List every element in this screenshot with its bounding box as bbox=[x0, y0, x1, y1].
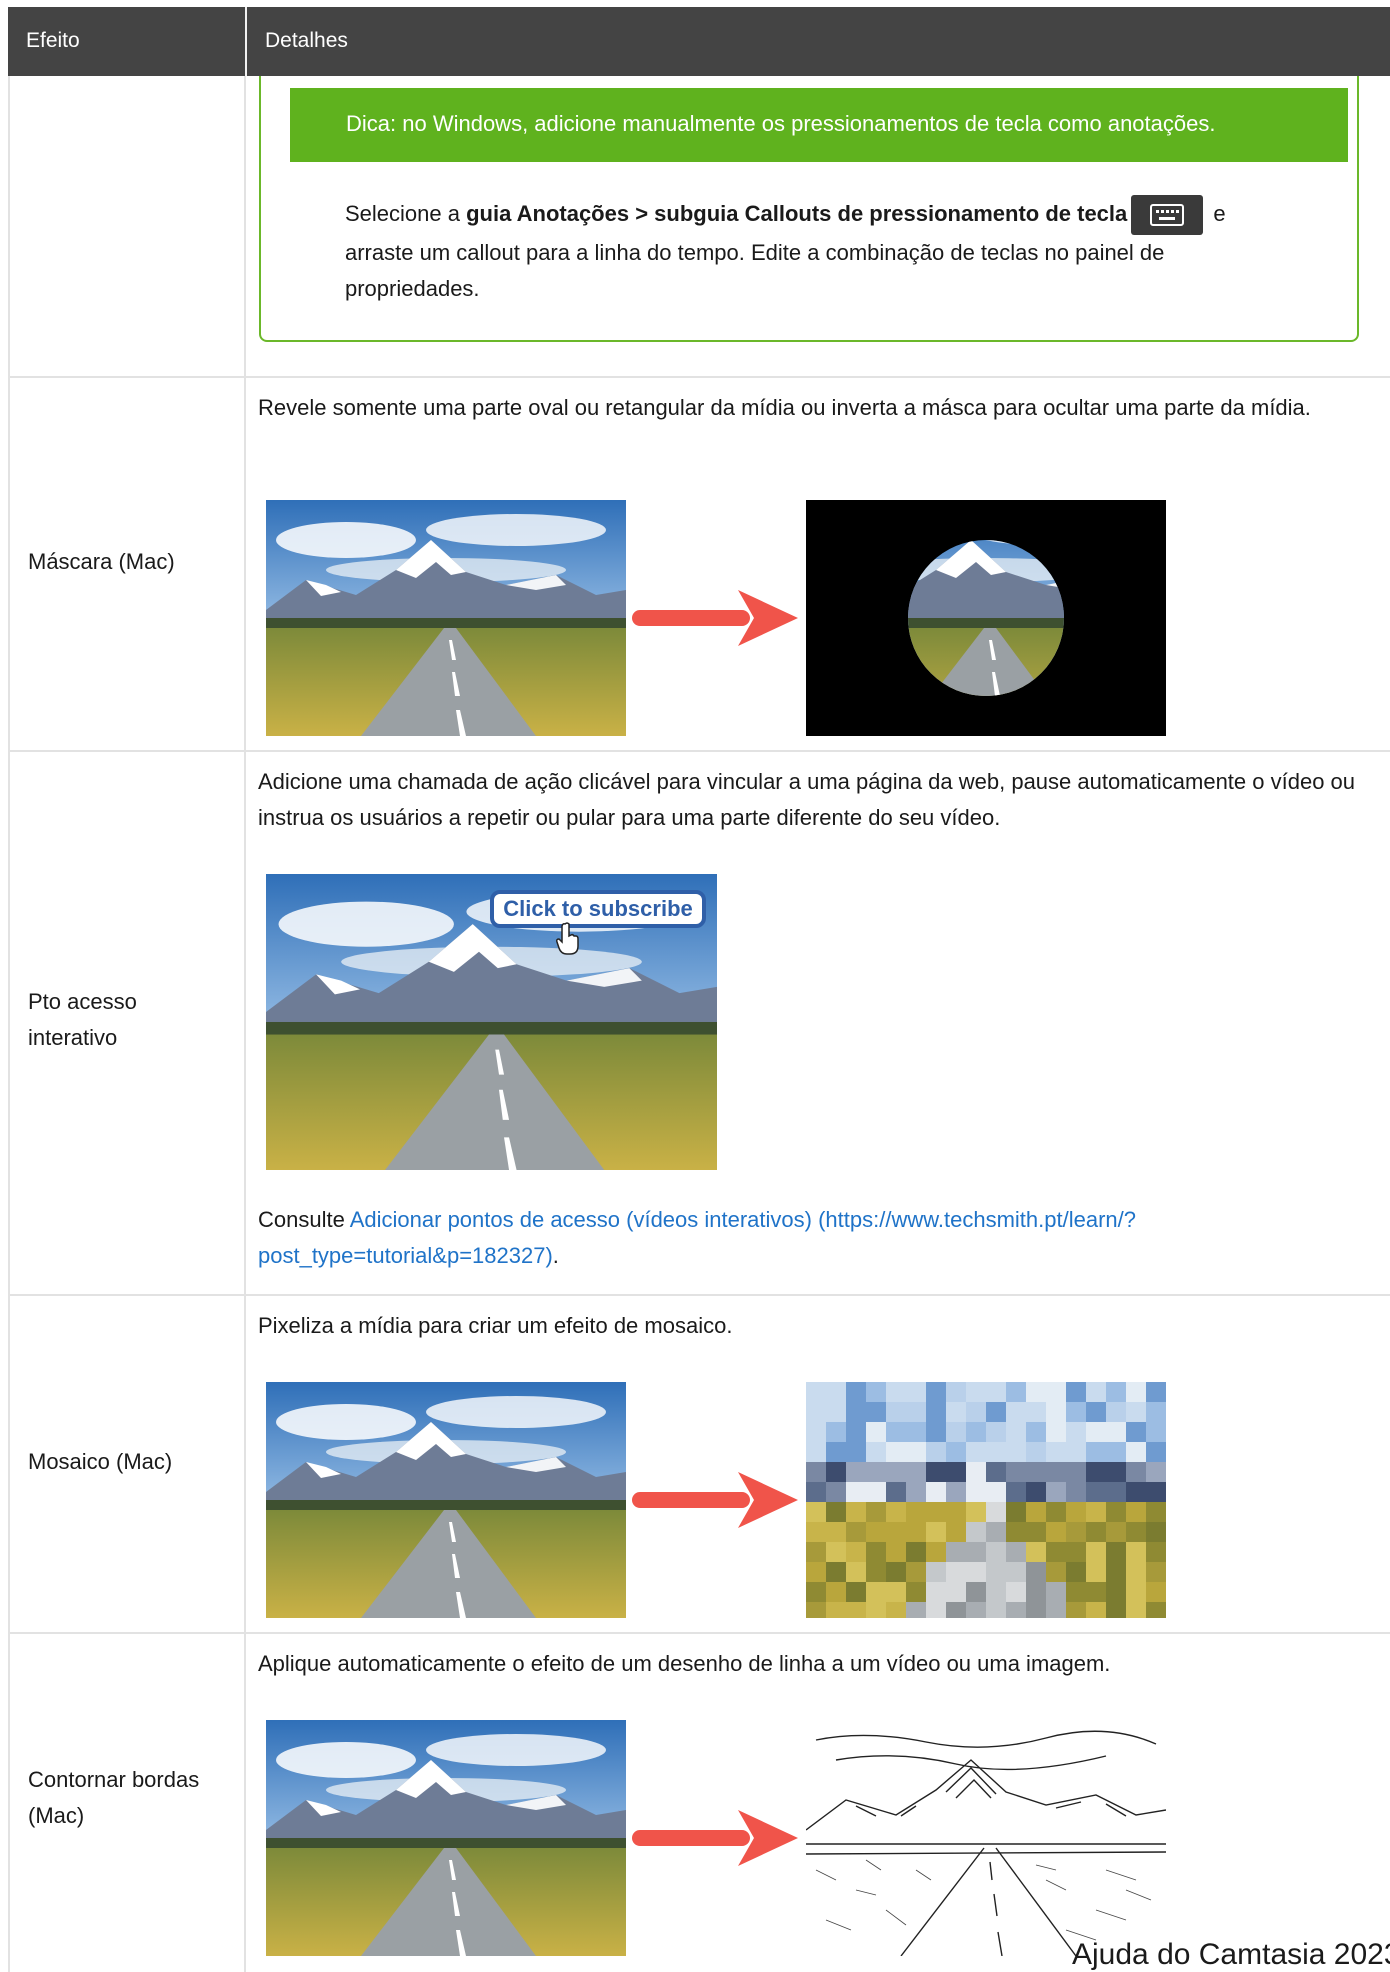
effect-description: Pixeliza a mídia para criar um efeito de… bbox=[258, 1313, 733, 1338]
header-divider bbox=[245, 7, 247, 76]
hotspots-tutorial-link[interactable]: Adicionar pontos de acesso (vídeos inter… bbox=[258, 1207, 1136, 1268]
see-suffix: . bbox=[552, 1243, 559, 1268]
effect-description: Adicione uma chamada de ação clicável pa… bbox=[258, 769, 1356, 830]
table-row: Mosaico (Mac) bbox=[8, 1294, 1390, 1634]
tip-text: Dica: no Windows, adicione manualmente o… bbox=[346, 111, 1216, 136]
effect-name: Mosaico (Mac) bbox=[28, 1449, 173, 1474]
effect-cell: Contornar bordas (Mac) bbox=[8, 1632, 246, 1972]
arrow-icon bbox=[630, 1808, 800, 1868]
table-row: Contornar bordas (Mac) bbox=[8, 1632, 1390, 1972]
effect-name: Pto acesso interativo bbox=[28, 989, 137, 1050]
effect-description: Aplique automaticamente o efeito de um d… bbox=[258, 1651, 1111, 1676]
hotspot-image: Click to subscribe bbox=[266, 874, 717, 1170]
effect-cell: Pto acesso interativo bbox=[8, 750, 246, 1294]
see-also: Consulte Adicionar pontos de acesso (víd… bbox=[258, 1202, 1380, 1274]
original-image bbox=[266, 1382, 626, 1618]
arrow-icon bbox=[630, 588, 800, 648]
table-header: Efeito Detalhes bbox=[8, 7, 1390, 76]
header-effect: Efeito bbox=[26, 29, 80, 52]
table-row: Máscara (Mac) bbox=[8, 376, 1390, 752]
subscribe-button: Click to subscribe bbox=[490, 890, 706, 928]
header-details: Detalhes bbox=[265, 29, 348, 52]
original-image bbox=[266, 500, 626, 736]
arrow-icon bbox=[630, 1470, 800, 1530]
tip-banner: Dica: no Windows, adicione manualmente o… bbox=[290, 88, 1348, 162]
mosaic-image bbox=[806, 1382, 1166, 1618]
keyboard-icon bbox=[1131, 195, 1204, 235]
effect-description: Revele somente uma parte oval ou retangu… bbox=[258, 395, 1311, 420]
masked-image bbox=[806, 500, 1166, 736]
tip-body: Selecione a guia Anotações > subguia Cal… bbox=[345, 195, 1275, 307]
tip-body-bold: guia Anotações > subguia Callouts de pre… bbox=[466, 200, 1128, 226]
effect-cell: Máscara (Mac) bbox=[8, 376, 246, 750]
effect-name: Máscara (Mac) bbox=[28, 549, 175, 574]
hand-cursor-icon bbox=[556, 922, 579, 955]
effect-cell: Mosaico (Mac) bbox=[8, 1294, 246, 1632]
original-image bbox=[266, 1720, 626, 1956]
effect-name: Contornar bordas (Mac) bbox=[28, 1767, 200, 1828]
edges-image bbox=[806, 1720, 1166, 1956]
effect-cell bbox=[8, 76, 246, 376]
see-prefix: Consulte bbox=[258, 1207, 350, 1232]
tip-body-prefix: Selecione a bbox=[345, 200, 467, 226]
page-footer: Ajuda do Camtasia 2023 | 1 bbox=[1072, 1938, 1390, 1971]
